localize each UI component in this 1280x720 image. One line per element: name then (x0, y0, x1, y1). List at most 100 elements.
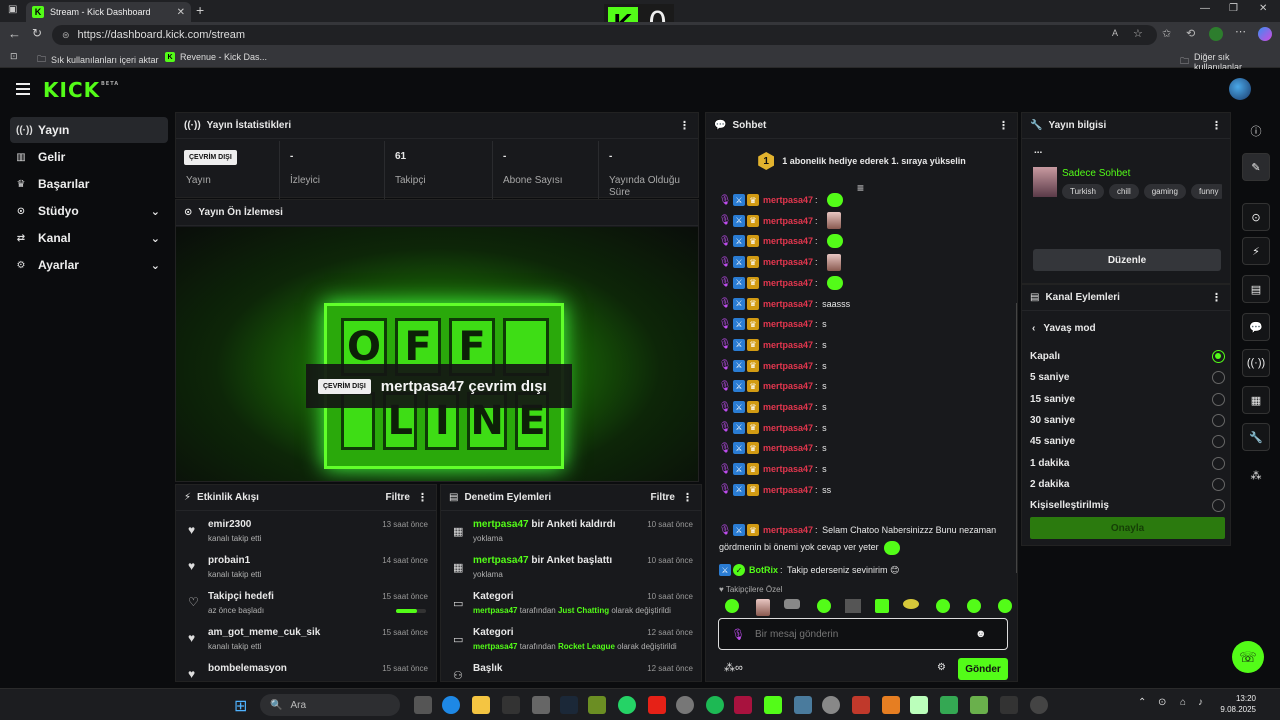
emote-green-icon[interactable] (936, 599, 950, 613)
slow-mode-option[interactable]: Kapalı (1030, 346, 1225, 367)
avatar[interactable] (1229, 78, 1251, 100)
send-button[interactable]: Gönder (958, 658, 1008, 680)
site-info-icon[interactable]: ⊜ (62, 30, 70, 41)
gear-icon[interactable]: ⚙ (937, 662, 946, 673)
bookmark-import[interactable]: 🗀 Sık kullanılanları içeri aktar (37, 52, 159, 68)
radio-button[interactable] (1212, 456, 1225, 470)
more-options-icon[interactable]: ⋮ (417, 491, 428, 504)
epic-games-icon[interactable] (532, 696, 550, 714)
network-icon[interactable]: ⌂ (1180, 697, 1186, 708)
pinned-toggle-icon[interactable]: ≡ (857, 181, 864, 195)
tag[interactable]: gaming (1143, 184, 1186, 199)
chat-username[interactable]: mertpasa47 (763, 257, 813, 267)
chat-username[interactable]: mertpasa47 (763, 485, 813, 495)
github-icon[interactable] (676, 696, 694, 714)
radio-button[interactable] (1212, 371, 1225, 385)
points-icon[interactable]: ⁂∞ (724, 661, 743, 674)
slow-mode-option[interactable]: Kişiselleştirilmiş (1030, 495, 1225, 516)
info-icon[interactable]: ⓘ (1242, 117, 1270, 145)
chat-username[interactable]: mertpasa47 (763, 299, 813, 309)
sidebar-item-kanal[interactable]: ⇄ Kanal ⌄ (10, 225, 168, 251)
kick-logo[interactable]: KICK BETA (43, 78, 118, 102)
app-icon[interactable] (970, 696, 988, 714)
app-icon[interactable] (1030, 696, 1048, 714)
radio-button[interactable] (1212, 413, 1225, 427)
filter-button[interactable]: Filtre (386, 492, 410, 503)
edit-button[interactable]: Düzenle (1033, 249, 1221, 271)
more-apps-icon[interactable]: ⁂ (1242, 461, 1270, 489)
app-icon[interactable] (1000, 696, 1018, 714)
wrench-icon[interactable]: 🔧 (1242, 423, 1270, 451)
moderation-icon[interactable]: ▦ (1242, 386, 1270, 414)
slow-mode-option[interactable]: 30 saniye (1030, 410, 1225, 431)
app-icon[interactable] (794, 696, 812, 714)
chat-scrollbar[interactable] (1016, 303, 1017, 573)
task-view-icon[interactable] (414, 696, 432, 714)
tag[interactable]: funny (1190, 184, 1222, 199)
read-aloud-icon[interactable]: A (1112, 28, 1118, 38)
new-tab-icon[interactable]: + (196, 2, 204, 18)
chat-username[interactable]: BotRix (749, 565, 778, 575)
clock[interactable]: 13:20 9.08.2025 (1216, 693, 1256, 715)
sidebar-item-yayin[interactable]: ((·)) Yayın (10, 117, 168, 143)
sidebar-item-gelir[interactable]: ▥ Gelir (10, 144, 168, 170)
chat-input[interactable] (754, 628, 965, 640)
history-icon[interactable]: ⟲ (1186, 27, 1195, 40)
chat-username[interactable]: mertpasa47 (763, 340, 813, 350)
volume-icon[interactable]: ♪ (1198, 697, 1203, 708)
radio-button[interactable] (1212, 392, 1225, 406)
more-options-icon[interactable]: ⋮ (1211, 119, 1222, 132)
more-options-icon[interactable]: ⋮ (998, 119, 1009, 132)
studio-icon[interactable]: ⊙ (1242, 203, 1270, 231)
slow-mode-option[interactable]: 2 dakika (1030, 474, 1225, 495)
emote-green-icon[interactable] (998, 599, 1012, 613)
chat-username[interactable]: mertpasa47 (763, 423, 813, 433)
emote-green-icon[interactable] (967, 599, 981, 613)
file-explorer-icon[interactable] (472, 696, 490, 714)
support-icon[interactable]: ☏ (1232, 641, 1264, 673)
tab-actions-icon[interactable]: ▣ (8, 4, 17, 15)
whatsapp-icon[interactable] (618, 696, 636, 714)
chat-username[interactable]: mertpasa47 (763, 195, 813, 205)
radio-button[interactable] (1212, 499, 1225, 513)
emote-green-icon[interactable] (817, 599, 831, 613)
tray-chevron-icon[interactable]: ⌃ (1138, 697, 1146, 708)
minecraft-icon[interactable] (588, 696, 606, 714)
app-icon[interactable] (852, 696, 870, 714)
youtube-icon[interactable] (648, 696, 666, 714)
tag[interactable]: chill (1108, 184, 1139, 199)
extension-icon[interactable] (1209, 27, 1223, 41)
more-options-icon[interactable]: ⋮ (679, 119, 690, 132)
chat-username[interactable]: mertpasa47 (763, 319, 813, 329)
collections-icon[interactable]: ⊡ (10, 51, 18, 62)
maps-icon[interactable] (940, 696, 958, 714)
more-options-icon[interactable]: ⋮ (1211, 291, 1222, 304)
slow-mode-option[interactable]: 5 saniye (1030, 367, 1225, 388)
taskbar-search[interactable]: 🔍 Ara (260, 694, 400, 716)
radio-button[interactable] (1212, 477, 1225, 491)
spotify-icon[interactable] (706, 696, 724, 714)
slow-mode-option[interactable]: 1 dakika (1030, 453, 1225, 474)
windows-start-icon[interactable]: ⊞ (234, 696, 247, 716)
maximize-icon[interactable]: ❐ (1229, 3, 1238, 14)
emoji-icon[interactable]: ☻ (975, 628, 987, 640)
radio-button[interactable] (1212, 435, 1225, 449)
chat-username[interactable]: mertpasa47 (763, 278, 813, 288)
emote-green-icon[interactable] (725, 599, 739, 613)
emote-car-icon[interactable] (784, 599, 800, 609)
more-options-icon[interactable]: ⋮ (682, 491, 693, 504)
emote-banana-icon[interactable] (903, 599, 919, 609)
tag[interactable]: Turkish (1062, 184, 1104, 199)
sidebar-item-ayarlar[interactable]: ⚙ Ayarlar ⌄ (10, 252, 168, 278)
copilot-icon[interactable] (1258, 27, 1272, 41)
app-icon[interactable] (734, 696, 752, 714)
approve-button[interactable]: Onayla (1030, 517, 1225, 539)
emote-pixel-icon[interactable] (845, 599, 861, 613)
edge-browser-icon[interactable] (442, 696, 460, 714)
app-icon[interactable] (502, 696, 520, 714)
chat-icon[interactable]: 💬 (1242, 313, 1270, 341)
lightning-icon[interactable]: ⚡ (1242, 237, 1270, 265)
filter-button[interactable]: Filtre (651, 492, 675, 503)
emote-anime-icon[interactable] (756, 599, 770, 616)
url-field[interactable]: ⊜ https://dashboard.kick.com/stream (52, 25, 1157, 45)
